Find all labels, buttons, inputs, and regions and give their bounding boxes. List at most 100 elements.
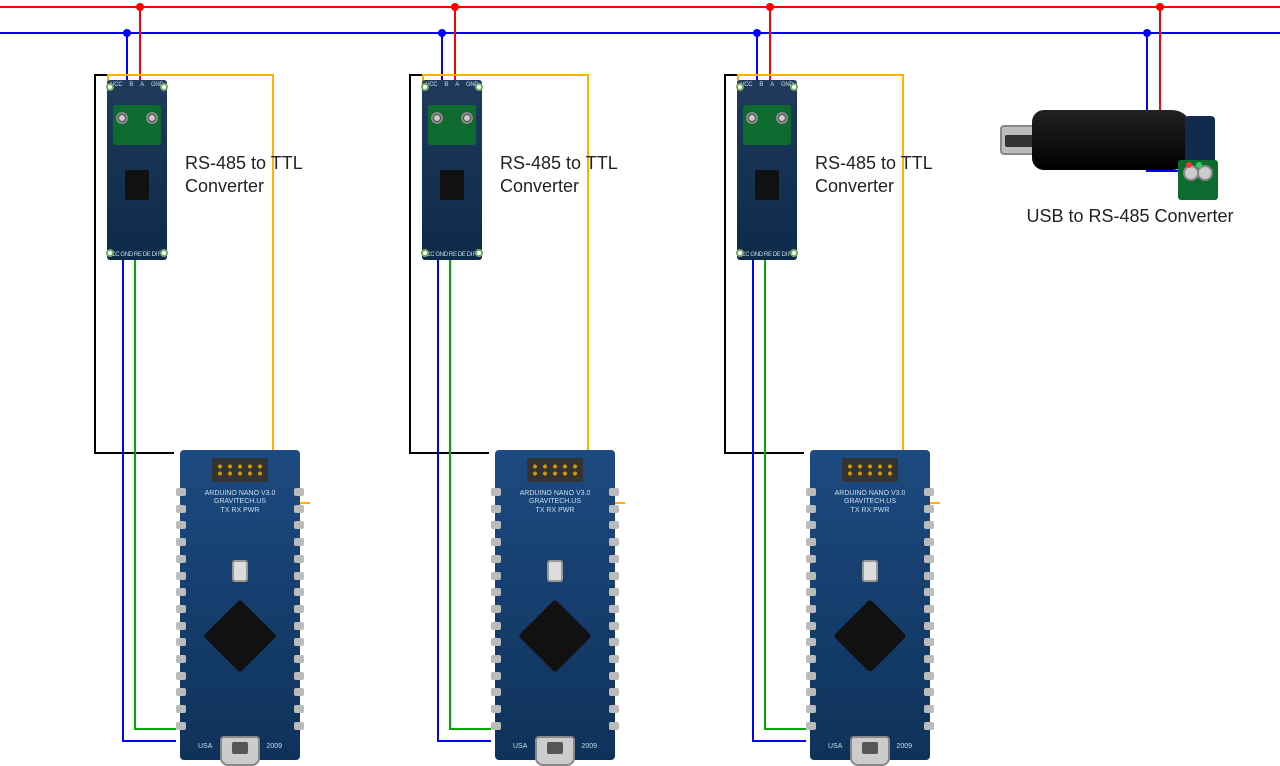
node1-vcc-top bbox=[107, 74, 274, 76]
ttl2-screw-terminals bbox=[422, 112, 482, 124]
usb-led-green bbox=[1196, 162, 1202, 168]
ttl3-pin-re: RE bbox=[764, 252, 772, 258]
arduino-nano-2: ARDUINO NANO V3.0 GRAVITECH.US TX RX PWR… bbox=[495, 450, 615, 760]
ttl3-bot-pins: VCC GND RE DE DI RO bbox=[737, 252, 797, 258]
nano1-reset-button bbox=[232, 560, 248, 582]
rs485-ttl-module-2: VCC B A GND VCC GND RE DE DI RO bbox=[422, 80, 482, 260]
node3-vcc-right bbox=[902, 74, 904, 504]
nano1-silk-title: ARDUINO NANO V3.0 bbox=[202, 490, 278, 498]
ttl1-label: RS-485 to TTL Converter bbox=[185, 152, 325, 199]
ttl3-pin-b: B bbox=[759, 82, 763, 88]
node2-vcc-top bbox=[422, 74, 589, 76]
nano1-usa: USA bbox=[198, 743, 212, 750]
ttl2-pin-de: DE bbox=[458, 252, 466, 258]
nano1-silk-leds: TX RX PWR bbox=[202, 507, 278, 515]
nano3-silk-leds: TX RX PWR bbox=[832, 507, 908, 515]
node1-vcc-right bbox=[272, 74, 274, 504]
bus-line-b bbox=[0, 32, 1280, 34]
node2-gnd-left bbox=[409, 74, 411, 454]
usb-led-red bbox=[1186, 162, 1192, 168]
ttl2-pin-re: RE bbox=[449, 252, 457, 258]
bus-line-a bbox=[0, 6, 1280, 8]
ttl2-pin-di: DI bbox=[467, 252, 472, 258]
arduino-nano-3: ARDUINO NANO V3.0 GRAVITECH.US TX RX PWR… bbox=[810, 450, 930, 760]
ttl1-ic bbox=[125, 170, 149, 200]
node2-ttl-tx bbox=[449, 260, 451, 730]
nano3-silk-title: ARDUINO NANO V3.0 bbox=[832, 490, 908, 498]
nano2-silk-leds: TX RX PWR bbox=[517, 507, 593, 515]
ttl1-pin-di: DI bbox=[152, 252, 157, 258]
ttl3-screw-terminals bbox=[737, 112, 797, 124]
nano1-pins-left bbox=[176, 488, 186, 730]
node3-gnd-left bbox=[724, 74, 726, 454]
usb-pcb-cap bbox=[1185, 116, 1215, 164]
nano3-pins-left bbox=[806, 488, 816, 730]
ttl1-pin-de: DE bbox=[143, 252, 151, 258]
ttl3-pin-de: DE bbox=[773, 252, 781, 258]
nano1-mcu-chip bbox=[203, 599, 277, 673]
nano2-pins-left bbox=[491, 488, 501, 730]
ttl2-pin-gnd2: GND bbox=[435, 252, 447, 258]
ttl2-pin-b: B bbox=[444, 82, 448, 88]
node2-ttl-rx bbox=[437, 260, 439, 742]
nano3-silk-sub: GRAVITECH.US bbox=[832, 498, 908, 506]
nano2-silk-sub: GRAVITECH.US bbox=[517, 498, 593, 506]
ttl2-label: RS-485 to TTL Converter bbox=[500, 152, 640, 199]
ttl1-pin-gnd2: GND bbox=[120, 252, 132, 258]
arduino-nano-1: ARDUINO NANO V3.0 GRAVITECH.US TX RX PWR… bbox=[180, 450, 300, 760]
ttl1-top-pins: VCC B A GND bbox=[107, 82, 167, 88]
node2-vcc-right bbox=[587, 74, 589, 504]
ttl3-ic bbox=[755, 170, 779, 200]
node2-ttl-rx-h bbox=[437, 740, 491, 742]
nano1-usb-port bbox=[220, 736, 260, 766]
nano3-pins-right bbox=[924, 488, 934, 730]
ttl2-bot-pins: VCC GND RE DE DI RO bbox=[422, 252, 482, 258]
node2-ttl-tx-h bbox=[449, 728, 491, 730]
ttl1-pin-b: B bbox=[129, 82, 133, 88]
nano2-year: 2009 bbox=[581, 743, 597, 750]
node1-ttl-tx bbox=[134, 260, 136, 730]
node3-ttl-tx bbox=[764, 260, 766, 730]
wire-a-node2 bbox=[454, 7, 456, 82]
node1-ttl-tx-h bbox=[134, 728, 176, 730]
nano1-year: 2009 bbox=[266, 743, 282, 750]
nano1-silk-sub: GRAVITECH.US bbox=[202, 498, 278, 506]
ttl1-pin-re: RE bbox=[134, 252, 142, 258]
node1-gnd-left bbox=[94, 74, 96, 454]
ttl3-pin-gnd2: GND bbox=[750, 252, 762, 258]
wire-a-node3 bbox=[769, 7, 771, 82]
nano2-icsp-header bbox=[527, 458, 583, 482]
nano2-reset-button bbox=[547, 560, 563, 582]
nano1-icsp-header bbox=[212, 458, 268, 482]
nano1-pins-right bbox=[294, 488, 304, 730]
rs485-ttl-module-1: VCC B A GND VCC GND RE DE DI RO bbox=[107, 80, 167, 260]
usb-body bbox=[1032, 110, 1192, 170]
ttl3-pin-di: DI bbox=[782, 252, 787, 258]
nano3-icsp-header bbox=[842, 458, 898, 482]
ttl1-bot-pins: VCC GND RE DE DI RO bbox=[107, 252, 167, 258]
nano3-year: 2009 bbox=[896, 743, 912, 750]
node3-vcc-top bbox=[737, 74, 904, 76]
node3-ttl-tx-h bbox=[764, 728, 806, 730]
ttl2-pin-a: A bbox=[455, 82, 459, 88]
rs485-ttl-module-3: VCC B A GND VCC GND RE DE DI RO bbox=[737, 80, 797, 260]
node3-ttl-rx bbox=[752, 260, 754, 742]
ttl3-top-pins: VCC B A GND bbox=[737, 82, 797, 88]
wire-a-node1 bbox=[139, 7, 141, 82]
node3-ttl-rx-h bbox=[752, 740, 806, 742]
nano2-mcu-chip bbox=[518, 599, 592, 673]
node1-ttl-rx-h bbox=[122, 740, 176, 742]
nano3-usa: USA bbox=[828, 743, 842, 750]
ttl3-pin-a: A bbox=[770, 82, 774, 88]
node1-ttl-rx bbox=[122, 260, 124, 742]
ttl1-screw-terminals bbox=[107, 112, 167, 124]
nano3-reset-button bbox=[862, 560, 878, 582]
ttl2-top-pins: VCC B A GND bbox=[422, 82, 482, 88]
nano2-pins-right bbox=[609, 488, 619, 730]
nano2-silk: ARDUINO NANO V3.0 GRAVITECH.US TX RX PWR bbox=[517, 490, 593, 515]
ttl3-label: RS-485 to TTL Converter bbox=[815, 152, 955, 199]
nano1-silk: ARDUINO NANO V3.0 GRAVITECH.US TX RX PWR bbox=[202, 490, 278, 515]
nano3-silk: ARDUINO NANO V3.0 GRAVITECH.US TX RX PWR bbox=[832, 490, 908, 515]
ttl1-pin-a: A bbox=[140, 82, 144, 88]
ttl2-ic bbox=[440, 170, 464, 200]
